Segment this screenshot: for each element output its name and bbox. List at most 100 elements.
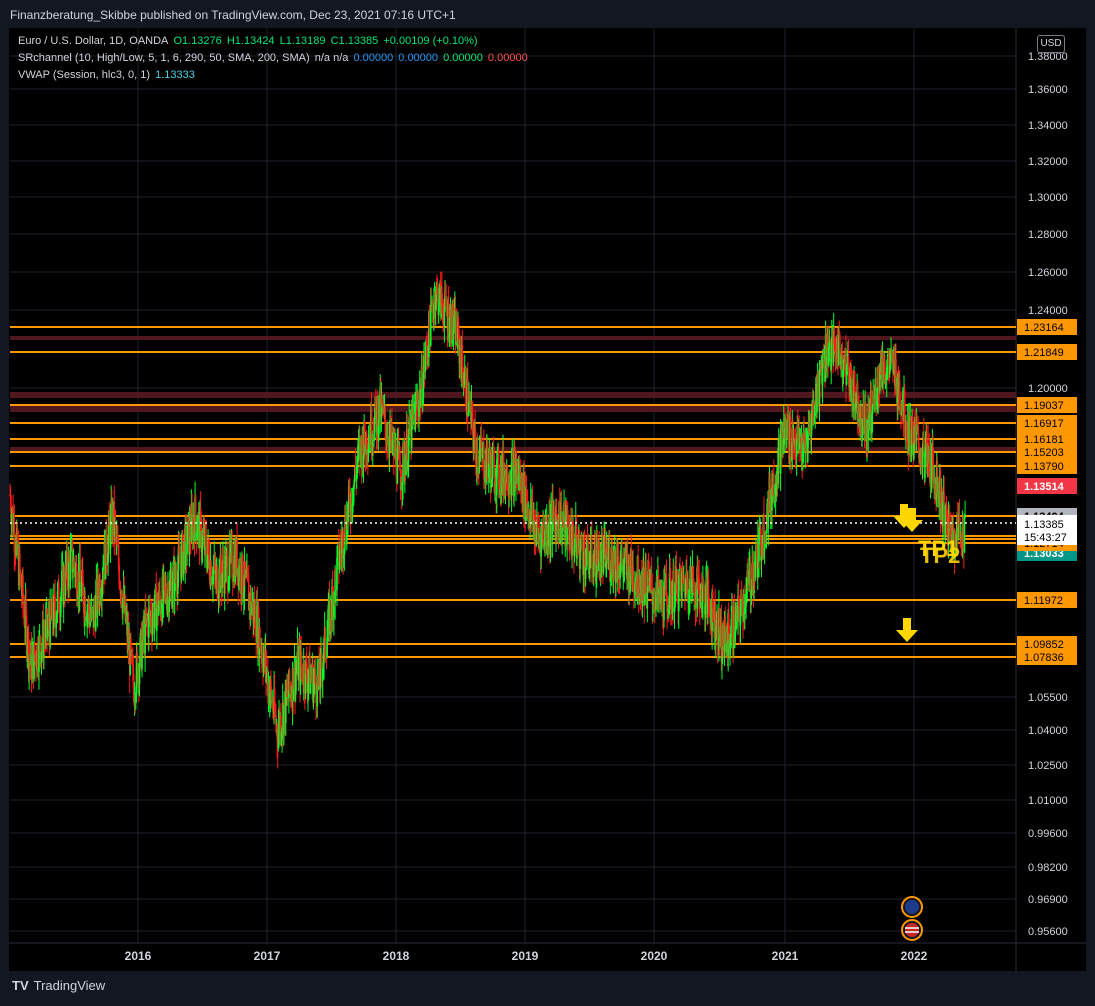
price-tick-label: 1.28000 — [1028, 229, 1068, 241]
sr-zone — [10, 336, 1016, 340]
eu-flag-icon — [901, 896, 923, 918]
candle-body — [478, 452, 481, 468]
price-tick-label: 1.30000 — [1028, 192, 1068, 204]
year-tick-label: 2016 — [125, 949, 152, 963]
candle-body — [598, 541, 601, 551]
candle-body — [301, 666, 303, 668]
price-tick-label: 1.32000 — [1028, 156, 1068, 168]
candle-body — [903, 389, 906, 432]
candle-body — [168, 579, 171, 600]
price-tick-label: 1.26000 — [1028, 267, 1068, 279]
price-tick-label: 1.20000 — [1028, 383, 1068, 395]
price-tick-label: 1.34000 — [1028, 120, 1068, 132]
level-price-text: 1.13790 — [1024, 461, 1064, 473]
price-tick-label: 1.24000 — [1028, 305, 1068, 317]
arrow-down-icon — [896, 618, 918, 642]
price-tick-label: 0.96900 — [1028, 894, 1068, 906]
candle-body — [105, 529, 108, 563]
candle-body — [246, 569, 249, 578]
srchannel-value-1: 0.00000 — [353, 52, 394, 64]
candle-body — [19, 553, 21, 572]
price-tick-label: 1.36000 — [1028, 84, 1068, 96]
level-price-text: 1.16917 — [1024, 418, 1064, 430]
candle-body — [241, 554, 244, 594]
price-chart-svg[interactable]: 1.380001.360001.340001.320001.300001.280… — [0, 0, 1095, 1006]
srchannel-na: n/a n/a — [314, 52, 349, 64]
flag-fill — [905, 900, 919, 914]
flag-fill — [905, 923, 919, 937]
price-tick-label: 0.98200 — [1028, 862, 1068, 874]
countdown-text: 15:43:27 — [1024, 532, 1067, 544]
ohlc-close: C1.13385 — [330, 35, 379, 47]
price-tick-label: 0.95600 — [1028, 926, 1068, 938]
symbol-name: Euro / U.S. Dollar, 1D, OANDA — [18, 35, 169, 47]
ohlc-low: L1.13189 — [279, 35, 326, 47]
candle-body — [646, 591, 649, 609]
price-tick-label: 1.02500 — [1028, 760, 1068, 772]
price-tick-label: 1.05500 — [1028, 692, 1068, 704]
candle-body — [196, 533, 198, 539]
candle-body — [760, 556, 763, 561]
footer-bar — [0, 971, 1095, 1006]
candle-body — [692, 578, 695, 594]
srchannel-value-2: 0.00000 — [398, 52, 439, 64]
year-tick-label: 2022 — [901, 949, 928, 963]
level-price-text: 1.13514 — [1024, 481, 1065, 493]
candle-body — [381, 399, 383, 404]
ohlc-high: H1.13424 — [226, 35, 275, 47]
srchannel-value-4: 0.00000 — [487, 52, 528, 64]
candle-body — [579, 548, 581, 569]
level-price-text: 1.15203 — [1024, 447, 1064, 459]
srchannel-value-3: 0.00000 — [443, 52, 483, 64]
candle-body — [911, 417, 914, 445]
year-tick-label: 2018 — [383, 949, 410, 963]
level-price-text: 1.19037 — [1024, 400, 1064, 412]
year-tick-label: 2019 — [512, 949, 539, 963]
level-price-text: 1.21849 — [1024, 347, 1064, 359]
year-tick-label: 2021 — [772, 949, 799, 963]
candles — [9, 271, 966, 769]
candle-body — [591, 536, 593, 568]
price-change: +0.00109 (+0.10%) — [383, 35, 478, 47]
candle-body — [194, 496, 197, 520]
candle-body — [55, 618, 58, 628]
candle-body — [288, 670, 291, 690]
year-tick-label: 2017 — [254, 949, 281, 963]
tp2-arrow — [896, 618, 918, 642]
candle-body — [885, 367, 888, 381]
vwap-label: VWAP (Session, hlc3, 0, 1) — [18, 69, 151, 81]
candle-body — [678, 575, 680, 612]
year-tick-label: 2020 — [641, 949, 668, 963]
currency-button[interactable]: USD — [1037, 35, 1065, 53]
price-tick-label: 1.01000 — [1028, 795, 1068, 807]
brand-name: TradingView — [33, 978, 106, 993]
candle-body — [326, 638, 328, 657]
level-price-text: 1.07836 — [1024, 652, 1064, 664]
symbol-legend: Euro / U.S. Dollar, 1D, OANDA O1.13276 H… — [18, 35, 480, 47]
price-tick-label: 1.04000 — [1028, 725, 1068, 737]
current-price-text: 1.13385 — [1024, 519, 1064, 531]
ohlc-open: O1.13276 — [173, 35, 222, 47]
vwap-value: 1.13333 — [155, 69, 195, 81]
candle-body — [964, 516, 966, 518]
candle-body — [491, 454, 494, 479]
tradingview-logo-icon: TV — [12, 978, 29, 993]
candle-body — [314, 668, 317, 684]
level-price-text: 1.11972 — [1024, 595, 1063, 607]
candle-body — [384, 407, 386, 425]
srchannel-label: SRchannel (10, High/Low, 5, 1, 6, 290, 5… — [18, 52, 310, 64]
candle-body — [763, 547, 766, 551]
candle-body — [141, 642, 143, 670]
tp2-label: TP2 — [920, 543, 960, 568]
candle-body — [138, 664, 141, 684]
tradingview-logo[interactable]: TV TradingView — [12, 978, 105, 993]
us-flag-icon — [901, 919, 923, 941]
candle-body — [69, 550, 72, 582]
candle-body — [39, 636, 42, 652]
candle-body — [608, 547, 611, 579]
srchannel-legend: SRchannel (10, High/Low, 5, 1, 6, 290, 5… — [18, 52, 530, 64]
candle-body — [621, 553, 623, 564]
price-tick-label: 0.99600 — [1028, 828, 1068, 840]
vwap-legend: VWAP (Session, hlc3, 0, 1) 1.13333 — [18, 69, 197, 81]
candle-body — [367, 443, 370, 457]
